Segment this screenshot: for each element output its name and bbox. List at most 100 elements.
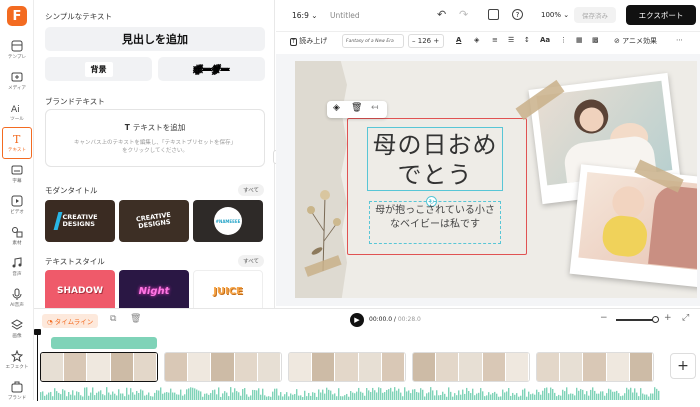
rail-item-2[interactable]: Ai ツール xyxy=(0,96,34,128)
read-aloud-button[interactable]: T 読み上げ xyxy=(290,36,327,46)
rail-item-5[interactable]: ビデオ xyxy=(0,189,34,221)
border-text-button[interactable]: ボーダー xyxy=(158,57,265,81)
rail-item-11[interactable]: ブランド xyxy=(0,375,34,407)
waveform-bar xyxy=(472,388,474,400)
rail-item-8[interactable]: AI音声 xyxy=(0,282,34,314)
undo-icon[interactable]: ↶ xyxy=(437,8,446,21)
playhead[interactable] xyxy=(37,331,38,401)
text-track-clip[interactable] xyxy=(51,337,157,349)
modern-title-card-3[interactable]: #NAMEEEE xyxy=(193,200,263,242)
waveform-bar xyxy=(406,391,408,400)
font-family-select[interactable]: Fantasy of a New Era xyxy=(342,34,404,48)
rail-item-6[interactable]: 素材 xyxy=(0,220,34,252)
waveform-bar xyxy=(612,391,614,400)
app-logo[interactable]: F xyxy=(7,6,27,26)
transparency-icon[interactable]: ▩ xyxy=(592,36,599,44)
waveform-bar xyxy=(336,396,338,400)
heading-text-box[interactable]: 母の日おめでとう xyxy=(367,127,503,191)
clip-thumbnail xyxy=(335,353,359,381)
format-icon[interactable]: ⋮ xyxy=(560,36,567,44)
style-see-all-button[interactable]: すべて xyxy=(238,255,264,267)
zoom-slider-handle[interactable] xyxy=(652,316,659,323)
style-card-shadow[interactable]: SHADOW xyxy=(45,270,115,312)
section-title-style: テキストスタイル xyxy=(45,257,105,266)
waveform-bar xyxy=(174,392,176,400)
slide-canvas[interactable]: 母の日おめでとう ↻ 母が抱っこされている小さなベイビーは私です ◈ 🗑 ↤ xyxy=(295,61,697,298)
waveform-bar xyxy=(106,387,108,400)
waveform-bar xyxy=(362,392,364,400)
trash-icon[interactable]: 🗑 xyxy=(351,103,362,113)
waveform-bar xyxy=(132,392,134,400)
waveform-bar xyxy=(444,393,446,400)
style-icon[interactable]: ▦ xyxy=(576,36,583,44)
video-clip[interactable] xyxy=(412,352,530,382)
waveform-bar xyxy=(162,393,164,400)
video-clip[interactable] xyxy=(536,352,654,382)
rail-item-0[interactable]: テンプレ xyxy=(0,34,34,66)
animation-button[interactable]: ⊘ アニメ効果 xyxy=(614,36,657,46)
line-height-icon[interactable]: ↕ xyxy=(524,36,530,44)
add-clip-button[interactable]: + xyxy=(670,353,696,379)
waveform-bar xyxy=(544,388,546,400)
waveform-bar xyxy=(310,395,312,400)
slide-heading[interactable]: 母の日おめでとう xyxy=(368,128,502,192)
video-clip[interactable] xyxy=(288,352,406,382)
export-label: エクスポート xyxy=(638,10,684,20)
modern-title-card-2[interactable]: CREATIVE DESIGNS xyxy=(119,200,189,242)
play-button[interactable]: ▶ xyxy=(350,313,364,327)
text-color-icon[interactable]: A xyxy=(456,36,461,44)
highlight-icon[interactable]: ◈ xyxy=(474,36,479,44)
zoom-out-icon[interactable]: − xyxy=(600,313,608,323)
style-card-juice[interactable]: JUICE xyxy=(193,270,263,312)
help-icon[interactable]: ? xyxy=(512,9,523,20)
screenshot-icon[interactable] xyxy=(488,9,499,20)
timeline-zoom-slider[interactable] xyxy=(616,319,656,321)
split-icon[interactable]: ⧉ xyxy=(110,314,116,324)
font-size-stepper[interactable]: – 126 + xyxy=(408,34,444,48)
more-icon[interactable]: ⋯ xyxy=(676,36,683,44)
add-text-row[interactable]: T テキストを追加 xyxy=(46,122,264,133)
rail-item-1[interactable]: メディア xyxy=(0,65,34,97)
waveform-bar xyxy=(98,391,100,400)
audio-waveform[interactable] xyxy=(40,386,660,400)
document-title[interactable]: Untitled xyxy=(330,11,360,20)
fit-icon[interactable]: ⤢ xyxy=(682,313,689,323)
waveform-bar xyxy=(40,392,42,400)
waveform-bar xyxy=(142,390,144,400)
add-heading-button[interactable]: 見出しを追加 xyxy=(45,27,265,51)
body-text-box[interactable]: 母が抱っこされている小さなベイビーは私です xyxy=(369,201,501,244)
card-accent-bar xyxy=(53,212,62,230)
video-clip[interactable] xyxy=(40,352,158,382)
style-card-night[interactable]: Night xyxy=(119,270,189,312)
rail-item-9[interactable]: 画像 xyxy=(0,313,34,345)
waveform-bar xyxy=(206,393,208,400)
waveform-bar xyxy=(280,392,282,400)
slide-body-text[interactable]: 母が抱っこされている小さなベイビーは私です xyxy=(370,202,500,234)
redo-icon[interactable]: ↷ xyxy=(459,8,468,21)
layers-icon[interactable]: ◈ xyxy=(333,103,340,113)
rail-item-3[interactable]: T テキスト xyxy=(2,127,32,159)
rail-item-label: 音声 xyxy=(12,272,22,277)
animation-label: アニメ効果 xyxy=(622,37,657,45)
zoom-select[interactable]: 100% ⌄ xyxy=(541,11,569,19)
aspect-ratio-select[interactable]: 16:9 ⌄ xyxy=(292,11,318,20)
text-case-button[interactable]: Aa xyxy=(540,36,550,44)
waveform-bar xyxy=(478,392,480,400)
rail-item-4[interactable]: 字幕 xyxy=(0,158,34,190)
list-icon[interactable]: ☰ xyxy=(508,36,514,44)
ungroup-icon[interactable]: ↤ xyxy=(371,103,379,113)
rail-item-10[interactable]: エフェクト xyxy=(0,344,34,376)
rail-item-7[interactable]: 音声 xyxy=(0,251,34,283)
export-button[interactable]: エクスポート xyxy=(626,5,696,25)
modern-see-all-button[interactable]: すべて xyxy=(238,184,264,196)
zoom-in-icon[interactable]: + xyxy=(664,313,672,323)
align-icon[interactable]: ≡ xyxy=(492,36,498,44)
video-clip[interactable] xyxy=(164,352,282,382)
brand-text-box[interactable]: T テキストを追加 キャンバス上のテキストを編集し、「テキストプリセットを保存」 … xyxy=(45,109,265,167)
background-text-button[interactable]: 背景 xyxy=(45,57,152,81)
delete-clip-icon[interactable]: 🗑 xyxy=(130,314,141,324)
animation-icon: ⊘ xyxy=(614,37,620,45)
modern-title-card-1[interactable]: CREATIVE DESIGNS xyxy=(45,200,115,242)
playhead-handle[interactable] xyxy=(34,329,41,335)
timeline-toggle[interactable]: ◔ タイムライン xyxy=(42,314,99,328)
